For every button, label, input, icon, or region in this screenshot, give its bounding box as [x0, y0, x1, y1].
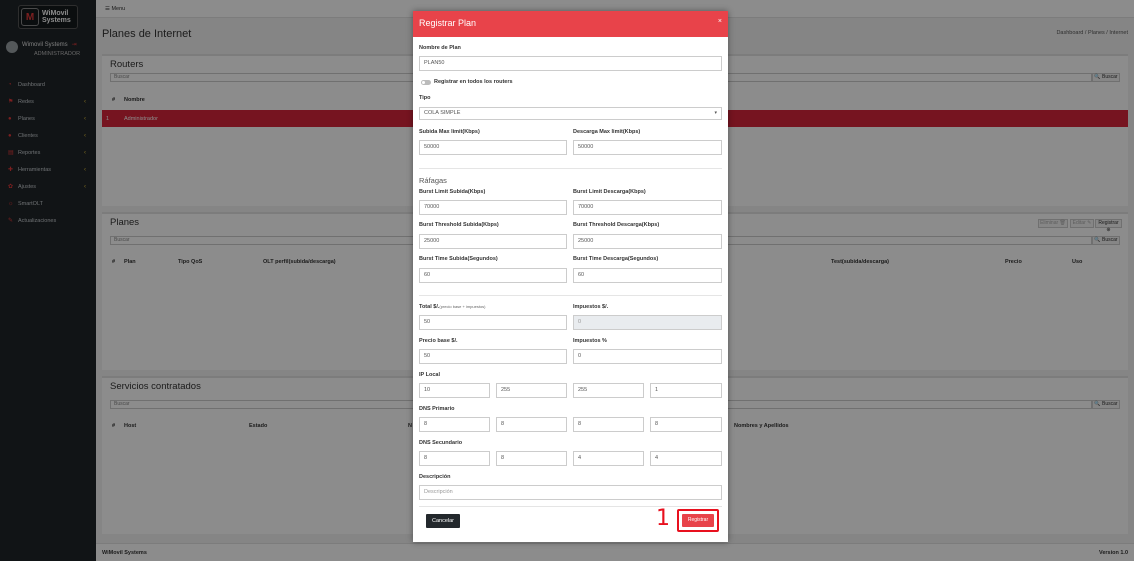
ip-octet-2-input[interactable]: 255	[496, 383, 567, 398]
dns1-octet-3-input[interactable]: 8	[573, 417, 644, 432]
register-button[interactable]: Registrar	[682, 514, 714, 527]
dns-secundario-label: DNS Secundario	[419, 440, 463, 446]
impuestos-pct-input[interactable]: 0	[573, 349, 722, 364]
modal-title: Registrar Plan	[419, 18, 477, 28]
impuestos-pct-label: Impuestos %	[573, 338, 607, 344]
tipo-selected-value: COLA SIMPLE	[424, 110, 461, 116]
total-input[interactable]: 50	[419, 315, 567, 330]
burst-limit-descarga-label: Burst Limit Descarga(Kbps)	[573, 189, 646, 195]
burst-threshold-subida-label: Burst Threshold Subida(Kbps)	[419, 222, 499, 228]
burst-time-subida-input[interactable]: 60	[419, 268, 567, 283]
dns1-octet-4-input[interactable]: 8	[650, 417, 722, 432]
registrar-plan-modal: Registrar Plan × Nombre de Plan PLAN50 R…	[413, 11, 728, 542]
dns2-octet-3-input[interactable]: 4	[573, 451, 644, 466]
close-icon[interactable]: ×	[718, 18, 722, 25]
descarga-max-input[interactable]: 50000	[573, 140, 722, 155]
divider	[419, 295, 722, 296]
dns-primario-label: DNS Primario	[419, 406, 455, 412]
descripcion-input[interactable]: Descripción	[419, 485, 722, 500]
ip-octet-4-input[interactable]: 1	[650, 383, 722, 398]
dns2-octet-2-input[interactable]: 8	[496, 451, 567, 466]
register-button-highlight: Registrar	[677, 509, 719, 532]
descarga-max-label: Descarga Max limit(Kbps)	[573, 129, 641, 135]
burst-threshold-descarga-input[interactable]: 25000	[573, 234, 722, 249]
tipo-select[interactable]: COLA SIMPLE ▾	[419, 107, 722, 120]
subida-max-label: Subida Max limit(Kbps)	[419, 129, 480, 135]
step-number-annotation: 1	[656, 506, 670, 531]
all-routers-label: Registrar en todos los routers	[434, 79, 513, 85]
total-hint: (precio base + impuestos)	[439, 304, 486, 309]
dns2-octet-1-input[interactable]: 8	[419, 451, 490, 466]
burst-limit-descarga-input[interactable]: 70000	[573, 200, 722, 215]
chevron-down-icon: ▾	[714, 110, 717, 116]
dns2-octet-4-input[interactable]: 4	[650, 451, 722, 466]
total-label-text: Total $/.	[419, 304, 440, 310]
all-routers-toggle[interactable]	[421, 80, 431, 85]
tipo-label: Tipo	[419, 95, 431, 101]
total-label: Total $/.(precio base + impuestos)	[419, 304, 486, 310]
burst-limit-subida-label: Burst Limit Subida(Kbps)	[419, 189, 486, 195]
ip-octet-3-input[interactable]: 255	[573, 383, 644, 398]
impuestos-label: Impuestos $/.	[573, 304, 609, 310]
burst-limit-subida-input[interactable]: 70000	[419, 200, 567, 215]
burst-time-descarga-label: Burst Time Descarga(Segundos)	[573, 256, 659, 262]
divider	[419, 168, 722, 169]
modal-header: Registrar Plan ×	[413, 11, 728, 37]
burst-time-descarga-input[interactable]: 60	[573, 268, 722, 283]
precio-base-label: Precio base $/.	[419, 338, 458, 344]
burst-threshold-descarga-label: Burst Threshold Descarga(Kbps)	[573, 222, 660, 228]
cancel-button[interactable]: Cancelar	[426, 514, 460, 528]
nombre-plan-label: Nombre de Plan	[419, 45, 461, 51]
nombre-plan-input[interactable]: PLAN50	[419, 56, 722, 71]
subida-max-input[interactable]: 50000	[419, 140, 567, 155]
ip-octet-1-input[interactable]: 10	[419, 383, 490, 398]
precio-base-input[interactable]: 50	[419, 349, 567, 364]
dns1-octet-2-input[interactable]: 8	[496, 417, 567, 432]
descripcion-label: Descripción	[419, 474, 451, 480]
divider	[419, 506, 722, 507]
burst-time-subida-label: Burst Time Subida(Segundos)	[419, 256, 498, 262]
ip-local-label: IP Local	[419, 372, 440, 378]
burst-threshold-subida-input[interactable]: 25000	[419, 234, 567, 249]
rafagas-title: Ráfagas	[419, 176, 447, 185]
impuestos-input: 0	[573, 315, 722, 330]
dns1-octet-1-input[interactable]: 8	[419, 417, 490, 432]
